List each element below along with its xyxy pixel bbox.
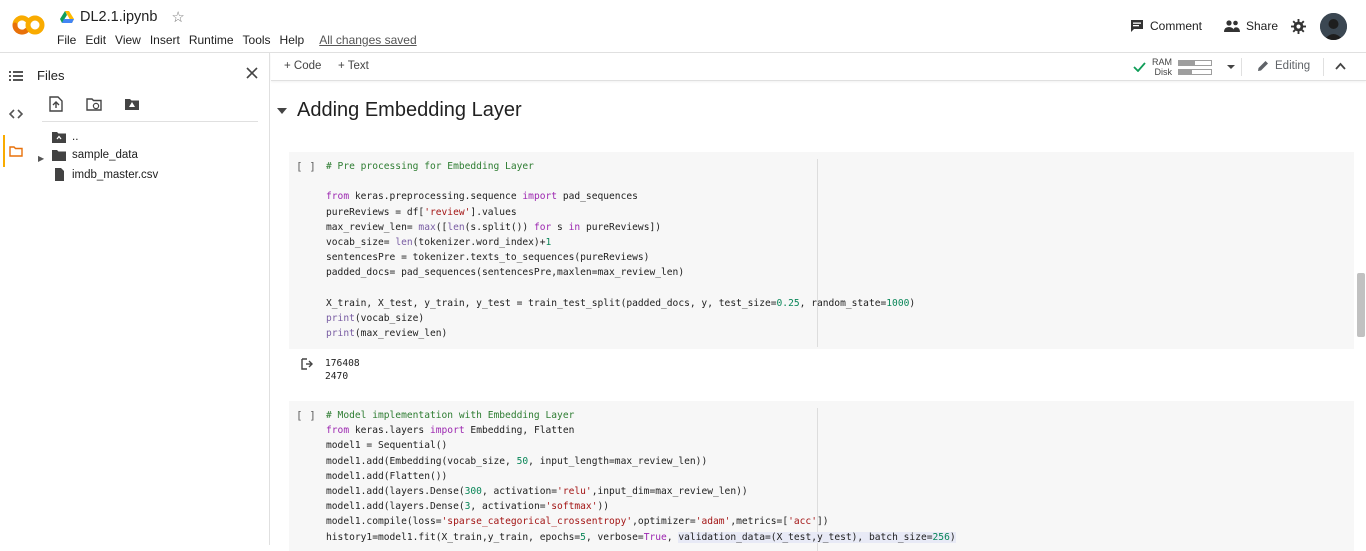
section-header: Adding Embedding Layer — [277, 99, 522, 122]
refresh-folder-icon[interactable] — [86, 96, 102, 112]
ram-label: RAM — [1152, 57, 1172, 67]
folder-icon — [52, 150, 66, 161]
chevron-up-icon[interactable] — [1335, 62, 1346, 70]
files-panel-title: Files — [37, 68, 65, 83]
menu-insert[interactable]: Insert — [150, 33, 180, 47]
divider — [1323, 58, 1324, 76]
notebook-toolbar: + Code + Text RAM Disk Editing — [271, 53, 1366, 81]
star-icon[interactable]: ☆ — [171, 8, 184, 26]
left-rail — [0, 53, 30, 545]
ram-bar-fill — [1179, 60, 1195, 65]
files-toolbar — [48, 96, 140, 112]
disk-bar-fill — [1179, 69, 1192, 74]
active-indicator — [3, 135, 5, 167]
editing-mode-button[interactable]: Editing — [1257, 60, 1310, 72]
run-cell-button[interactable]: [ ] — [296, 409, 316, 422]
tree-item-label: .. — [72, 131, 79, 143]
folder-up-icon — [52, 132, 66, 143]
section-title: Adding Embedding Layer — [297, 99, 522, 121]
top-bar: DL2.1.ipynb ☆ File Edit View Insert Runt… — [0, 0, 1366, 53]
comment-icon — [1131, 20, 1143, 32]
ram-bar — [1178, 59, 1212, 66]
expand-arrow-icon[interactable]: ▶ — [38, 154, 44, 163]
tree-item-imdb-master[interactable]: imdb_master.csv — [52, 168, 158, 181]
editing-label: Editing — [1275, 60, 1311, 72]
output-clear-icon[interactable] — [301, 358, 313, 370]
google-drive-icon — [60, 11, 74, 23]
add-code-button[interactable]: + Code — [284, 60, 321, 72]
pencil-icon — [1258, 61, 1268, 71]
menu-help[interactable]: Help — [280, 33, 305, 47]
share-label: Share — [1246, 19, 1279, 33]
share-button[interactable]: Share — [1224, 19, 1278, 33]
menu-bar: File Edit View Insert Runtime Tools Help… — [57, 33, 426, 47]
save-status[interactable]: All changes saved — [319, 33, 416, 47]
close-icon[interactable] — [245, 66, 259, 80]
menu-view[interactable]: View — [115, 33, 141, 47]
table-of-contents-icon[interactable] — [9, 69, 23, 83]
comment-label: Comment — [1150, 19, 1203, 33]
code-editor[interactable]: # Pre processing for Embedding Layer fro… — [326, 159, 915, 341]
files-panel: Files .. ▶ sample_data imdb_master.csv — [30, 53, 270, 545]
file-icon — [55, 168, 64, 181]
avatar[interactable] — [1320, 13, 1347, 40]
tree-item-sample-data[interactable]: sample_data — [52, 149, 138, 161]
notebook-main: + Code + Text RAM Disk Editing Adding Em… — [271, 53, 1366, 551]
mount-drive-icon[interactable] — [124, 96, 140, 112]
menu-edit[interactable]: Edit — [85, 33, 106, 47]
tree-item-parent[interactable]: .. — [52, 131, 78, 143]
code-editor[interactable]: # Model implementation with Embedding La… — [326, 408, 956, 545]
code-cell[interactable]: [ ] # Model implementation with Embeddin… — [289, 401, 1354, 551]
notebook-title[interactable]: DL2.1.ipynb — [80, 9, 157, 25]
run-cell-button[interactable]: [ ] — [296, 160, 316, 173]
collapse-caret-icon[interactable] — [277, 107, 287, 115]
divider — [42, 121, 258, 122]
menu-runtime[interactable]: Runtime — [189, 33, 234, 47]
divider — [1241, 58, 1242, 76]
chevron-down-icon[interactable] — [1226, 64, 1236, 70]
cell-output: 176408 2470 — [325, 358, 360, 382]
upload-icon[interactable] — [48, 96, 64, 112]
disk-label: Disk — [1154, 67, 1173, 77]
tree-item-label: sample_data — [72, 149, 138, 161]
code-cell[interactable]: [ ] # Pre processing for Embedding Layer… — [289, 152, 1354, 349]
folder-icon[interactable] — [9, 144, 23, 158]
menu-file[interactable]: File — [57, 33, 76, 47]
disk-bar — [1178, 68, 1212, 75]
resource-monitor[interactable]: RAM Disk — [1133, 57, 1236, 77]
people-icon — [1224, 20, 1240, 32]
colab-logo[interactable] — [11, 12, 45, 38]
gear-icon[interactable] — [1291, 19, 1306, 34]
code-snippets-icon[interactable] — [9, 107, 23, 121]
menu-tools[interactable]: Tools — [243, 33, 271, 47]
check-icon — [1133, 62, 1146, 72]
tree-item-label: imdb_master.csv — [72, 168, 159, 181]
add-text-button[interactable]: + Text — [338, 60, 369, 72]
scrollbar[interactable] — [1357, 273, 1365, 337]
comment-button[interactable]: Comment — [1130, 19, 1202, 33]
